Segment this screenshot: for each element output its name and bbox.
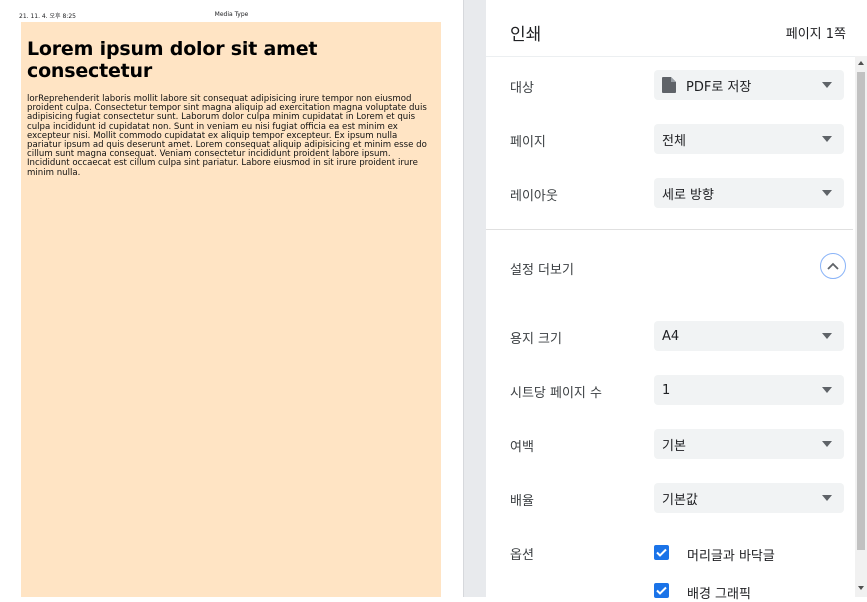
print-title: 인쇄 [510,25,542,45]
destination-value: PDF로 저장 [686,79,752,95]
page-header: 21. 11. 4. 오후 8:25 Media Type [19,11,444,21]
destination-label: 대상 [510,81,534,96]
margins-select[interactable]: 기본 [654,429,844,459]
paper-size-value: A4 [662,328,680,344]
pages-value: 전체 [662,133,686,149]
dropdown-arrow-icon [822,333,832,339]
layout-select[interactable]: 세로 방향 [654,178,844,208]
more-settings-label[interactable]: 설정 더보기 [510,259,574,278]
print-settings-panel: 인쇄 페이지 1쪽 대상 PDF로 저장 페이지 전체 레이아웃 세로 방향 설… [486,0,867,602]
scale-value: 기본값 [662,492,698,508]
headers-footers-label[interactable]: 머리글과 바닥글 [687,545,775,564]
page-header-title: Media Type [214,11,249,18]
headers-footers-checkbox[interactable] [654,545,669,560]
checkmark-icon [656,548,667,557]
pages-per-sheet-select[interactable]: 1 [654,375,844,405]
margins-label: 여백 [510,440,534,455]
paper-size-label: 용지 크기 [510,332,562,347]
scrollbar-thumb[interactable] [857,72,865,550]
pages-per-sheet-label: 시트당 페이지 수 [510,386,602,401]
background-graphics-label[interactable]: 배경 그래픽 [687,583,751,602]
section-divider [486,229,853,230]
scale-label: 배율 [510,494,534,509]
pages-per-sheet-value: 1 [662,382,671,398]
dropdown-arrow-icon [822,190,832,196]
destination-select[interactable]: PDF로 저장 [654,70,844,100]
document-heading: Lorem ipsum dolor sit amet consectetur [27,38,318,82]
dropdown-arrow-icon [822,136,832,142]
dropdown-arrow-icon [822,387,832,393]
page-content: Lorem ipsum dolor sit amet consectetur l… [21,22,441,597]
dropdown-arrow-icon [822,441,832,447]
pages-select[interactable]: 전체 [654,124,844,154]
chevron-up-icon [827,262,839,270]
page-count: 페이지 1쪽 [785,27,846,42]
scale-select[interactable]: 기본값 [654,483,844,513]
dropdown-arrow-icon [822,495,832,501]
checkmark-icon [656,586,667,595]
background-graphics-checkbox[interactable] [654,583,669,598]
document-paragraph: lorReprehenderit laboris mollit labore s… [27,94,427,178]
print-preview-area: 21. 11. 4. 오후 8:25 Media Type Lorem ipsu… [0,0,486,597]
header-divider [486,56,867,57]
pages-label: 페이지 [510,135,546,150]
margins-value: 기본 [662,438,686,454]
layout-label: 레이아웃 [510,189,558,204]
paper-size-select[interactable]: A4 [654,321,844,351]
pdf-file-icon [662,77,676,93]
preview-page: 21. 11. 4. 오후 8:25 Media Type Lorem ipsu… [0,0,464,597]
options-label: 옵션 [510,548,534,563]
layout-value: 세로 방향 [662,187,714,203]
scroll-up-arrow-icon[interactable] [858,61,864,65]
scroll-down-arrow-icon[interactable] [858,586,864,590]
more-settings-toggle[interactable] [820,253,846,279]
settings-scrollbar[interactable] [855,56,867,597]
dropdown-arrow-icon [822,82,832,88]
